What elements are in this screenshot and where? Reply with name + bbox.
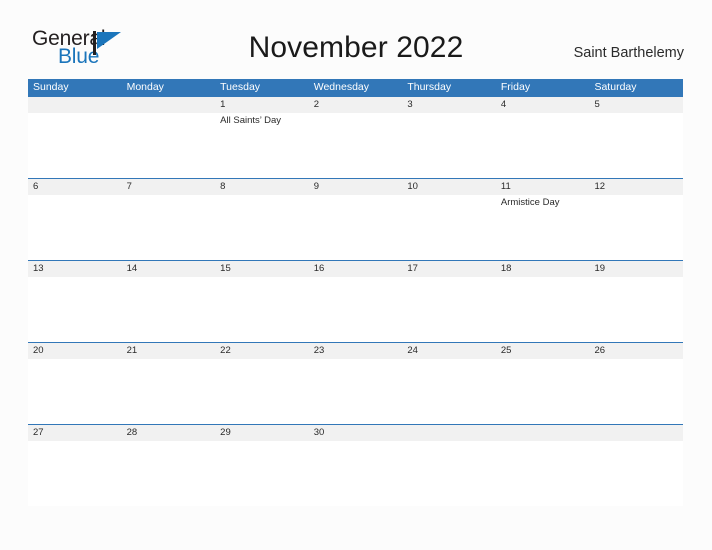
day-cell[interactable]: [309, 441, 403, 506]
day-cell[interactable]: [122, 359, 216, 424]
day-cell[interactable]: [28, 195, 122, 260]
day-cell[interactable]: [496, 441, 590, 506]
weekday-header-wednesday: Wednesday: [313, 81, 369, 93]
day-cell[interactable]: [28, 359, 122, 424]
day-number[interactable]: 14: [122, 261, 216, 277]
day-cell[interactable]: [402, 359, 496, 424]
day-cell[interactable]: [309, 195, 403, 260]
day-number[interactable]: 6: [28, 179, 122, 195]
week-daynum-band: 13 14 15 16 17 18 19: [28, 261, 683, 277]
day-cell[interactable]: [402, 113, 496, 178]
day-number[interactable]: [402, 425, 496, 441]
day-number[interactable]: 25: [496, 343, 590, 359]
week-daynum-band: 20 21 22 23 24 25 26: [28, 343, 683, 359]
weekday-header-friday: Friday: [500, 81, 531, 93]
day-number[interactable]: 9: [309, 179, 403, 195]
weekday-header-tuesday: Tuesday: [220, 81, 261, 93]
day-cell[interactable]: [402, 277, 496, 342]
week-event-band: [28, 359, 683, 424]
day-number[interactable]: 1: [215, 97, 309, 113]
day-cell[interactable]: [496, 359, 590, 424]
day-number[interactable]: 3: [402, 97, 496, 113]
day-cell[interactable]: [309, 113, 403, 178]
day-number[interactable]: [589, 425, 683, 441]
day-event-label: All Saints’ Day: [220, 115, 282, 126]
week-event-band: Armistice Day: [28, 195, 683, 260]
calendar-region-label: Saint Barthelemy: [573, 45, 684, 61]
weekday-header-sunday: Sunday: [33, 81, 69, 93]
calendar-week-row: 1 2 3 4 5 All Saints’ Day: [28, 96, 683, 178]
weekday-header-monday: Monday: [126, 81, 164, 93]
calendar-week-row: 20 21 22 23 24 25 26: [28, 342, 683, 424]
day-number[interactable]: 4: [496, 97, 590, 113]
day-number[interactable]: 20: [28, 343, 122, 359]
day-number[interactable]: 27: [28, 425, 122, 441]
day-cell[interactable]: [28, 277, 122, 342]
day-cell[interactable]: [402, 441, 496, 506]
week-event-band: [28, 277, 683, 342]
day-cell[interactable]: [496, 113, 590, 178]
calendar-week-row: 6 7 8 9 10 11 12 Armistice Day: [28, 178, 683, 260]
day-number[interactable]: 19: [589, 261, 683, 277]
day-number[interactable]: 18: [496, 261, 590, 277]
day-cell[interactable]: [122, 441, 216, 506]
day-number[interactable]: [122, 97, 216, 113]
calendar-grid: Sunday Monday Tuesday Wednesday Thursday…: [28, 79, 683, 506]
day-cell[interactable]: [215, 359, 309, 424]
week-daynum-band: 6 7 8 9 10 11 12: [28, 179, 683, 195]
day-cell[interactable]: [28, 113, 122, 178]
day-number[interactable]: 26: [589, 343, 683, 359]
day-number[interactable]: 15: [215, 261, 309, 277]
day-number[interactable]: 21: [122, 343, 216, 359]
day-number[interactable]: 8: [215, 179, 309, 195]
day-cell[interactable]: [589, 277, 683, 342]
day-number[interactable]: 7: [122, 179, 216, 195]
day-number[interactable]: 5: [589, 97, 683, 113]
day-cell[interactable]: Armistice Day: [496, 195, 590, 260]
day-number[interactable]: [28, 97, 122, 113]
day-cell[interactable]: [215, 195, 309, 260]
day-cell[interactable]: [122, 195, 216, 260]
day-cell[interactable]: [122, 113, 216, 178]
day-cell[interactable]: [215, 441, 309, 506]
day-number[interactable]: 2: [309, 97, 403, 113]
day-number[interactable]: 30: [309, 425, 403, 441]
day-cell[interactable]: [589, 359, 683, 424]
day-cell[interactable]: [402, 195, 496, 260]
weekday-header-row: Sunday Monday Tuesday Wednesday Thursday…: [28, 79, 683, 96]
day-cell[interactable]: [589, 195, 683, 260]
day-event-label: Armistice Day: [500, 197, 560, 208]
day-cell[interactable]: [28, 441, 122, 506]
day-cell[interactable]: [122, 277, 216, 342]
day-cell[interactable]: [309, 277, 403, 342]
day-cell[interactable]: [589, 113, 683, 178]
day-number[interactable]: 12: [589, 179, 683, 195]
day-number[interactable]: 23: [309, 343, 403, 359]
page-header: General Blue November 2022 Saint Barthel…: [0, 0, 712, 72]
day-cell[interactable]: All Saints’ Day: [215, 113, 309, 178]
weekday-header-saturday: Saturday: [594, 81, 637, 93]
day-number[interactable]: 16: [309, 261, 403, 277]
day-number[interactable]: 29: [215, 425, 309, 441]
calendar-week-row: 13 14 15 16 17 18 19: [28, 260, 683, 342]
day-number[interactable]: 22: [215, 343, 309, 359]
calendar-week-row: 27 28 29 30: [28, 424, 683, 506]
day-number[interactable]: 11: [496, 179, 590, 195]
week-event-band: [28, 441, 683, 506]
day-number[interactable]: [496, 425, 590, 441]
day-number[interactable]: 24: [402, 343, 496, 359]
day-cell[interactable]: [589, 441, 683, 506]
day-cell[interactable]: [215, 277, 309, 342]
day-number[interactable]: 28: [122, 425, 216, 441]
day-number[interactable]: 13: [28, 261, 122, 277]
day-number[interactable]: 10: [402, 179, 496, 195]
day-cell[interactable]: [309, 359, 403, 424]
day-cell[interactable]: [496, 277, 590, 342]
week-event-band: All Saints’ Day: [28, 113, 683, 178]
week-daynum-band: 27 28 29 30: [28, 425, 683, 441]
day-number[interactable]: 17: [402, 261, 496, 277]
weekday-header-thursday: Thursday: [407, 81, 452, 93]
week-daynum-band: 1 2 3 4 5: [28, 97, 683, 113]
